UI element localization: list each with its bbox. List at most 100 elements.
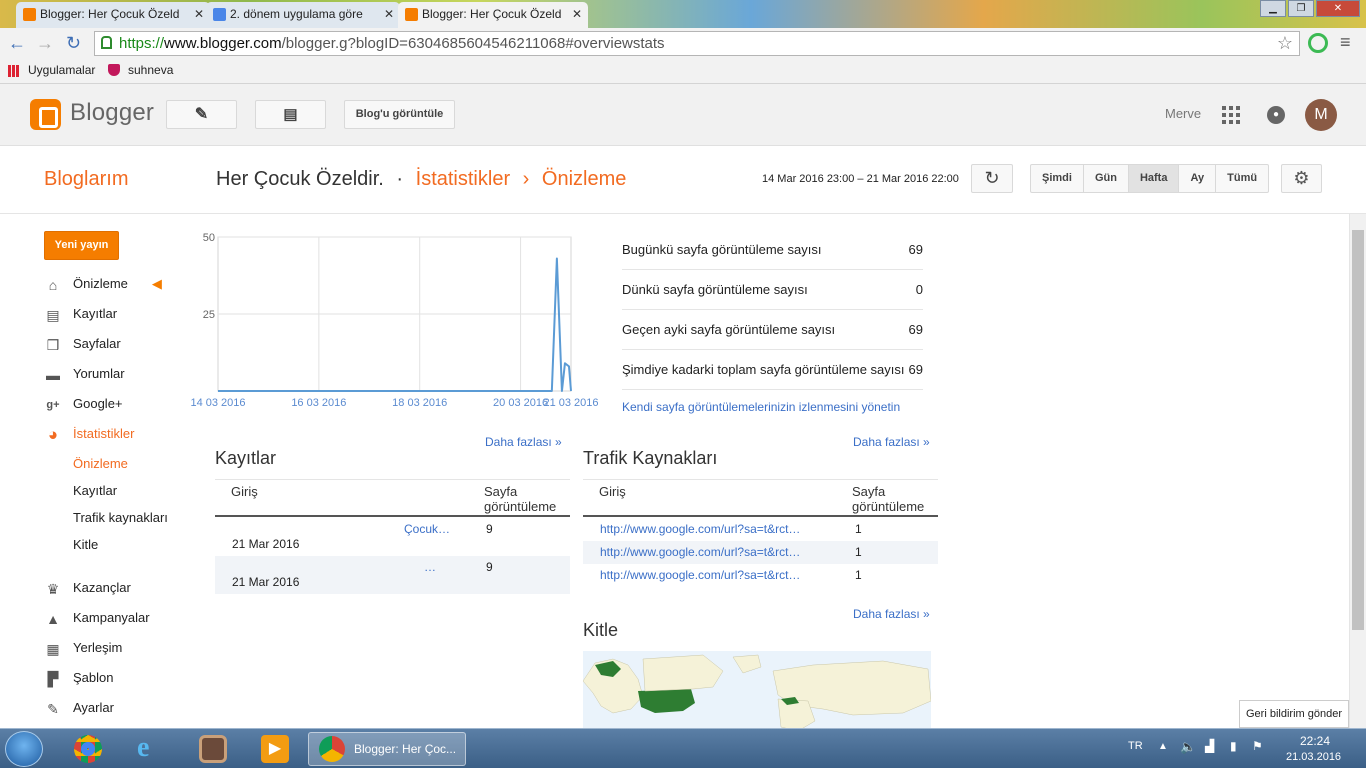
manage-tracking-link[interactable]: Kendi sayfa görüntülemelerinizin izlenme…: [622, 400, 900, 414]
url-path: /blogger.g?blogID=6304685604546211068#ov…: [281, 35, 665, 52]
my-blogs-link[interactable]: Bloglarım: [44, 168, 128, 191]
clock-time[interactable]: 22:24: [1300, 734, 1330, 748]
sidebar-item-label: Kazançlar: [73, 580, 131, 595]
minimize-icon[interactable]: ▁: [1260, 0, 1286, 17]
docs-favicon-icon: [213, 8, 226, 21]
windows-start-icon[interactable]: [5, 731, 43, 767]
battery-icon[interactable]: ▮: [1230, 739, 1237, 753]
traffic-more-link[interactable]: Daha fazlası »: [853, 435, 930, 449]
clock-date[interactable]: 21.03.2016: [1286, 751, 1341, 763]
sidebar-sub-traffic[interactable]: Trafik kaynakları: [73, 510, 168, 525]
sidebar-item-pages[interactable]: ❒ Sayfalar: [44, 334, 121, 354]
sidebar-item-template[interactable]: ▛ Şablon: [44, 668, 114, 688]
maximize-icon[interactable]: ❐: [1288, 0, 1314, 17]
stat-value: 69: [908, 322, 923, 337]
breadcrumb-stats[interactable]: İstatistikler: [416, 168, 510, 190]
x-tick-label: 16 03 2016: [291, 397, 346, 409]
post-views: 9: [486, 560, 493, 574]
bookmark-suhneva[interactable]: suhneva: [128, 58, 173, 82]
active-window-title: Blogger: Her Çoc...: [354, 742, 457, 756]
address-bar[interactable]: https://www.blogger.com/blogger.g?blogID…: [94, 31, 1300, 56]
sidebar-item-label: Kampanyalar: [73, 610, 150, 625]
wrench-icon: ✎: [47, 700, 59, 717]
sidebar-item-settings[interactable]: ✎ Ayarlar: [44, 698, 114, 718]
posts-list-button[interactable]: ▤: [255, 100, 326, 129]
active-window-button[interactable]: Blogger: Her Çoc...: [308, 732, 466, 766]
posts-more-link[interactable]: Daha fazlası »: [485, 435, 562, 449]
forward-icon[interactable]: →: [36, 32, 54, 54]
sidebar-item-campaigns[interactable]: ▲ Kampanyalar: [44, 608, 150, 628]
close-tab-icon[interactable]: ✕: [194, 2, 204, 26]
bookmark-star-icon[interactable]: ☆: [1277, 32, 1293, 55]
blogger-logo-text[interactable]: Blogger: [70, 99, 154, 127]
back-icon[interactable]: ←: [8, 32, 26, 54]
apps-icon: [8, 65, 20, 77]
menu-icon[interactable]: ≡: [1340, 32, 1351, 53]
view-blog-button[interactable]: Blog'u görüntüle: [344, 100, 455, 129]
audience-more-link[interactable]: Daha fazlası »: [853, 607, 930, 621]
range-now-button[interactable]: Şimdi: [1031, 165, 1083, 192]
sidebar-item-google-plus[interactable]: g+ Google+: [44, 394, 122, 414]
network-icon[interactable]: ▟: [1205, 739, 1214, 753]
col-views: Sayfa görüntüleme: [484, 484, 556, 514]
sidebar-sub-audience[interactable]: Kitle: [73, 537, 98, 552]
range-week-button[interactable]: Hafta: [1127, 165, 1179, 192]
sidebar-item-layout[interactable]: ▦ Yerleşim: [44, 638, 122, 658]
post-date: 21 Mar 2016: [232, 575, 300, 589]
range-day-button[interactable]: Gün: [1082, 165, 1128, 192]
user-name: Merve: [1165, 106, 1202, 121]
sidebar-item-label: Yerleşim: [73, 640, 123, 655]
browser-tab-blogger-1[interactable]: Blogger: Her Çocuk Özeld ✕: [16, 2, 210, 28]
bookmark-apps[interactable]: Uygulamalar: [28, 58, 95, 82]
avatar[interactable]: M: [1305, 99, 1337, 131]
blogger-logo-icon[interactable]: [30, 99, 61, 130]
sidebar-sub-overview[interactable]: Önizleme: [73, 456, 128, 471]
volume-icon[interactable]: 🔈: [1180, 739, 1196, 755]
traffic-url[interactable]: http://www.google.com/url?sa=t&rct…: [600, 522, 800, 536]
sidebar-item-comments[interactable]: ▬ Yorumlar: [44, 364, 125, 384]
close-tab-icon[interactable]: ✕: [572, 2, 582, 26]
google-apps-icon[interactable]: [1222, 106, 1240, 124]
instagram-taskbar-icon[interactable]: [187, 732, 239, 766]
range-all-button[interactable]: Tümü: [1215, 165, 1268, 192]
notifications-icon[interactable]: ●: [1267, 106, 1285, 124]
media-player-taskbar-icon[interactable]: ▶: [249, 732, 301, 766]
reload-icon[interactable]: ↻: [66, 32, 81, 54]
sidebar-item-posts[interactable]: ▤ Kayıtlar: [44, 304, 117, 324]
tray-expand-icon[interactable]: ▲: [1158, 741, 1168, 752]
range-selector: Şimdi Gün Hafta Ay Tümü: [1030, 164, 1270, 193]
traffic-url[interactable]: http://www.google.com/url?sa=t&rct…: [600, 568, 800, 582]
blog-name[interactable]: Her Çocuk Özeldir.: [216, 168, 384, 190]
language-indicator[interactable]: TR: [1128, 740, 1143, 752]
range-month-button[interactable]: Ay: [1178, 165, 1215, 192]
breadcrumb-arrow: ›: [522, 168, 530, 190]
new-post-pencil-button[interactable]: ✎: [166, 100, 237, 129]
sidebar-item-label: Sayfalar: [73, 336, 121, 351]
close-tab-icon[interactable]: ✕: [384, 2, 394, 26]
traffic-url[interactable]: http://www.google.com/url?sa=t&rct…: [600, 545, 800, 559]
post-link[interactable]: Çocuk…: [404, 522, 450, 536]
close-window-icon[interactable]: ✕: [1316, 0, 1360, 17]
sidebar-item-stats[interactable]: ◕ İstatistikler: [44, 424, 135, 444]
send-feedback-button[interactable]: Geri bildirim gönder: [1239, 700, 1349, 728]
post-link[interactable]: …: [424, 560, 436, 574]
sidebar-item-label: Ayarlar: [73, 700, 114, 715]
page-scrollbar[interactable]: [1349, 214, 1366, 728]
sidebar-item-overview[interactable]: ⌂ Önizleme ◀: [44, 274, 162, 294]
col-views-line1: Sayfa: [484, 484, 518, 499]
gear-icon[interactable]: ⚙: [1281, 164, 1322, 193]
new-post-button[interactable]: Yeni yayın: [44, 231, 119, 260]
extension-icon[interactable]: [1308, 33, 1328, 53]
traffic-views: 1: [855, 545, 862, 559]
sidebar-item-label: Kayıtlar: [73, 306, 118, 321]
browser-tab-blogger-active[interactable]: Blogger: Her Çocuk Özeld ✕: [398, 2, 588, 28]
browser-tab-doc[interactable]: 2. dönem uygulama göre ✕: [206, 2, 400, 28]
refresh-icon[interactable]: ↻: [971, 164, 1013, 193]
ie-taskbar-icon[interactable]: e: [125, 732, 177, 766]
action-center-flag-icon[interactable]: ⚑: [1252, 739, 1263, 753]
chrome-taskbar-icon[interactable]: [63, 732, 115, 766]
sidebar-item-earnings[interactable]: ♛ Kazançlar: [44, 578, 131, 598]
scrollbar-thumb[interactable]: [1352, 230, 1364, 630]
sidebar-sub-posts[interactable]: Kayıtlar: [73, 483, 117, 498]
breadcrumb-overview: Önizleme: [541, 168, 627, 190]
